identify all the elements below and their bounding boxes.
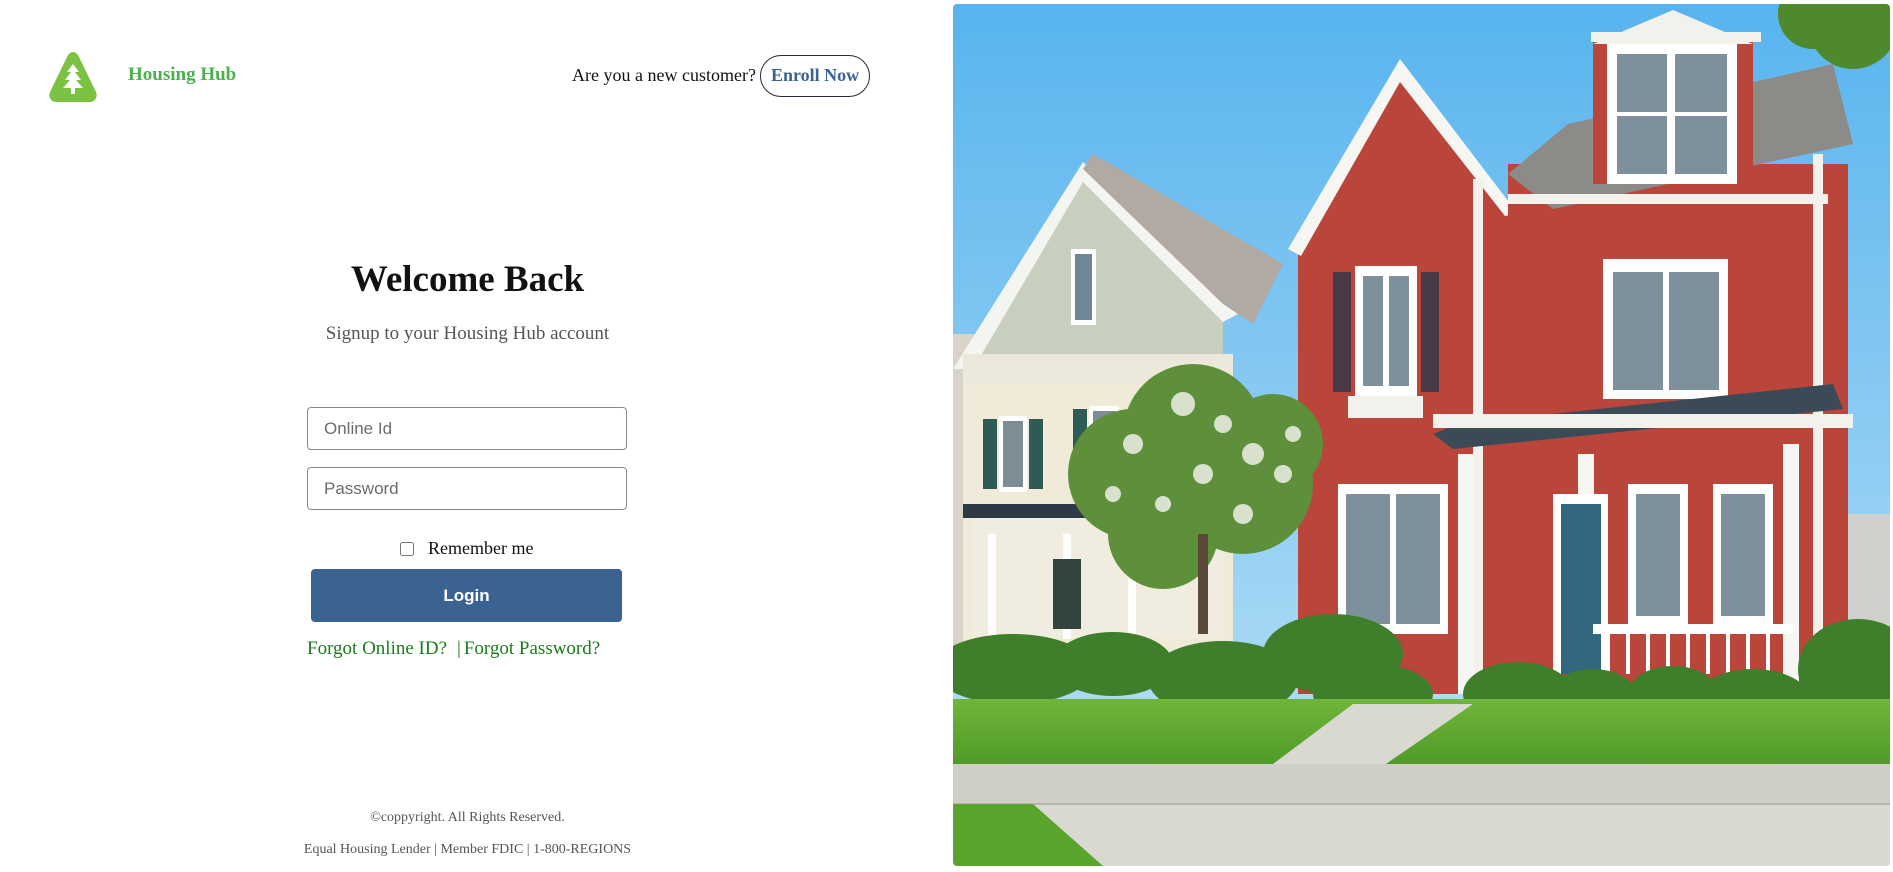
page-subtitle: Signup to your Housing Hub account: [325, 323, 610, 344]
login-button[interactable]: Login: [311, 569, 622, 622]
brand-name: Housing Hub: [128, 64, 237, 85]
new-customer-text: Are you a new customer?: [572, 65, 756, 85]
enroll-area: Are you a new customer? Enroll Now: [572, 54, 871, 97]
house-illustration: [953, 4, 1890, 866]
remember-me-label: Remember me: [428, 538, 534, 558]
page-title: Welcome Back: [350, 259, 585, 300]
password-input[interactable]: [307, 467, 627, 510]
online-id-input[interactable]: [307, 407, 627, 450]
tree-triangle-icon: [49, 52, 97, 102]
login-panel: Housing Hub Are you a new customer? Enro…: [0, 0, 950, 872]
remember-me-checkbox[interactable]: [400, 541, 414, 556]
remember-me-row[interactable]: Remember me: [400, 538, 533, 559]
legal-text: Equal Housing Lender | Member FDIC | 1-8…: [303, 842, 632, 857]
forgot-online-id-link[interactable]: Forgot Online ID?: [307, 638, 447, 659]
link-separator: |: [457, 638, 461, 659]
forgot-links: Forgot Online ID? | Forgot Password?: [307, 638, 600, 660]
forgot-password-link[interactable]: Forgot Password?: [464, 638, 600, 659]
copyright-text: ©coppyright. All Rights Reserved.: [370, 810, 565, 825]
enroll-now-button[interactable]: Enroll Now: [759, 54, 871, 97]
house-photo: [953, 4, 1890, 866]
